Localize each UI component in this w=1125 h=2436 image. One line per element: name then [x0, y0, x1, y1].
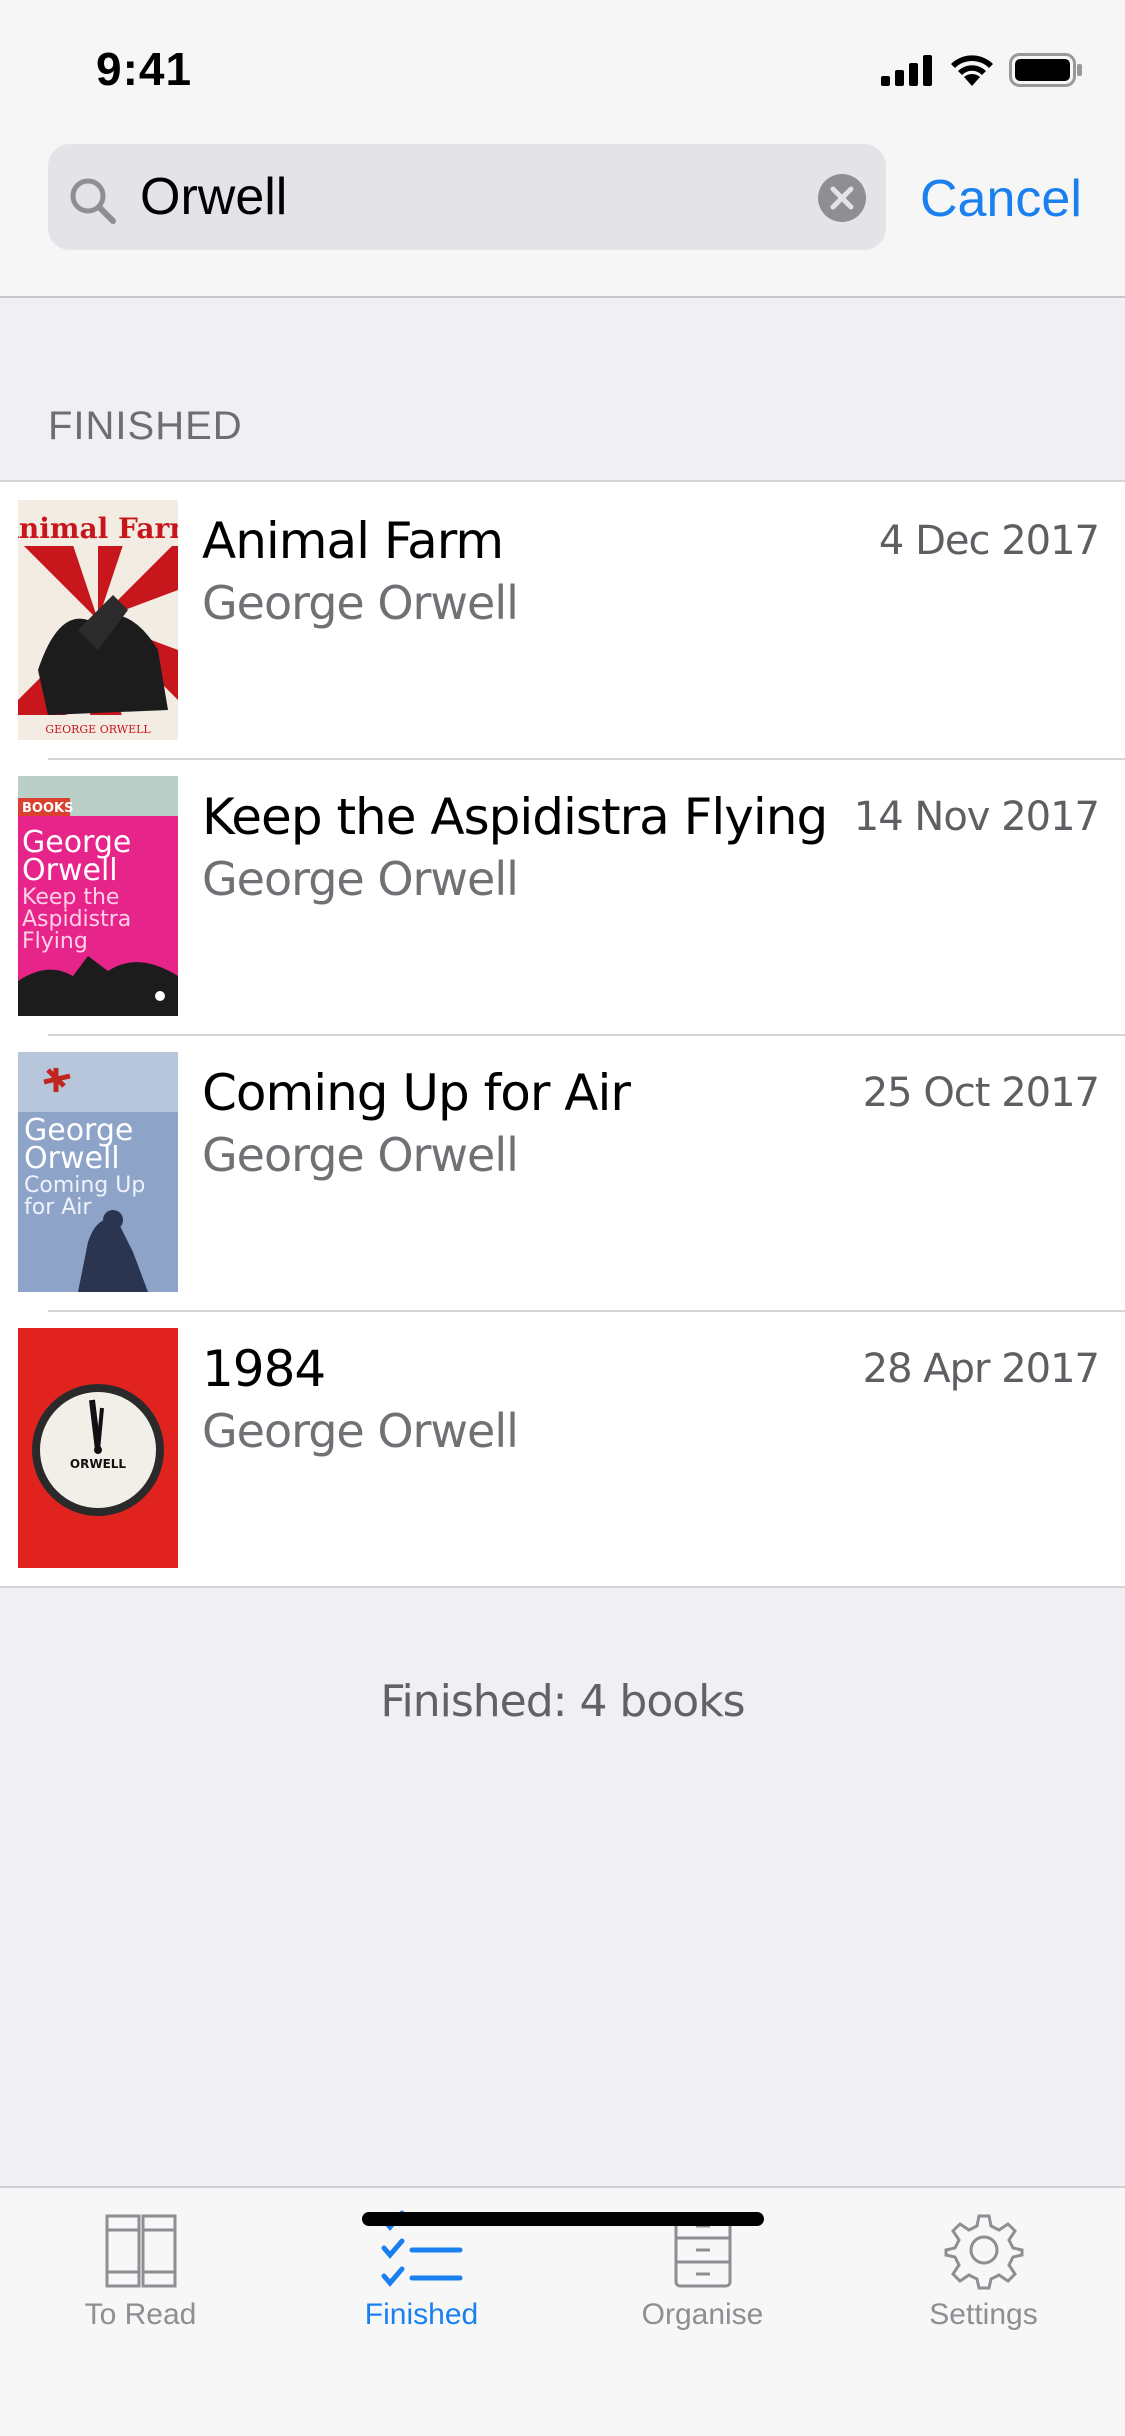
status-time: 9:41	[96, 43, 193, 95]
book-author: George Orwell	[202, 1128, 519, 1182]
book-finished-date: 4 Dec 2017	[878, 518, 1100, 564]
cellular-signal-icon	[881, 55, 932, 86]
book-author: George Orwell	[202, 1404, 519, 1458]
book-cover-coming-up-for-air: George Orwell Coming Up for Air	[18, 1052, 178, 1292]
cover-author: GEORGE ORWELL	[45, 723, 151, 736]
tab-label: To Read	[84, 2298, 197, 2331]
status-icons	[881, 50, 1083, 90]
book-finished-date: 25 Oct 2017	[862, 1070, 1100, 1116]
books-icon	[105, 2214, 176, 2288]
battery-icon	[1009, 53, 1082, 87]
tab-label: Settings	[929, 2298, 1038, 2331]
finished-count-summary: Finished: 4 books	[380, 1676, 745, 1727]
home-indicator	[362, 2212, 764, 2226]
book-author: George Orwell	[202, 852, 519, 906]
book-cover-animal-farm: Animal Farm GEORGE ORWELL	[18, 500, 178, 740]
tab-label: Finished	[364, 2298, 479, 2331]
list-item[interactable]: ORWELL 1984 George Orwell 28 Apr 2017	[0, 1310, 1125, 1586]
list-item[interactable]: Animal Farm GEORGE ORWELL Animal Farm Ge…	[0, 482, 1125, 758]
book-cover-keep-the-aspidistra-flying: BOOKS George Orwell Keep the Aspidistra …	[18, 776, 178, 1016]
wifi-icon	[951, 55, 993, 86]
cover-clock-label: ORWELL	[70, 1457, 127, 1471]
book-finished-date: 28 Apr 2017	[862, 1346, 1100, 1392]
gear-icon	[944, 2214, 1023, 2290]
book-title: Coming Up for Air	[202, 1064, 631, 1122]
book-cover-1984: ORWELL	[18, 1328, 178, 1568]
cover-author-last: Orwell	[22, 853, 118, 888]
book-title: Keep the Aspidistra Flying	[202, 788, 828, 846]
tab-settings[interactable]: Settings	[843, 2188, 1124, 2348]
tab-label: Organise	[641, 2298, 764, 2331]
clear-search-icon[interactable]	[818, 174, 866, 222]
cover-title-line3: Flying	[22, 929, 88, 954]
cover-title: Animal Farm	[18, 512, 178, 545]
search-bar: Orwell Cancel	[0, 140, 1125, 298]
book-list: Animal Farm GEORGE ORWELL Animal Farm Ge…	[0, 480, 1125, 1588]
book-author: George Orwell	[202, 576, 519, 630]
book-finished-date: 14 Nov 2017	[853, 794, 1100, 840]
list-item[interactable]: BOOKS George Orwell Keep the Aspidistra …	[0, 758, 1125, 1034]
list-item[interactable]: George Orwell Coming Up for Air Coming U…	[0, 1034, 1125, 1310]
search-icon	[70, 178, 116, 224]
status-bar: 9:41	[0, 0, 1125, 140]
cover-tag: BOOKS	[22, 801, 73, 816]
cover-author-last: Orwell	[24, 1141, 120, 1176]
book-title: Animal Farm	[202, 512, 504, 570]
section-header: FINISHED	[48, 404, 243, 448]
cover-title-line2: for Air	[24, 1195, 92, 1220]
search-field[interactable]: Orwell	[48, 144, 886, 250]
cancel-button[interactable]: Cancel	[920, 168, 1082, 230]
search-input[interactable]: Orwell	[140, 166, 287, 228]
tab-to-read[interactable]: To Read	[0, 2188, 281, 2348]
book-title: 1984	[202, 1340, 326, 1398]
